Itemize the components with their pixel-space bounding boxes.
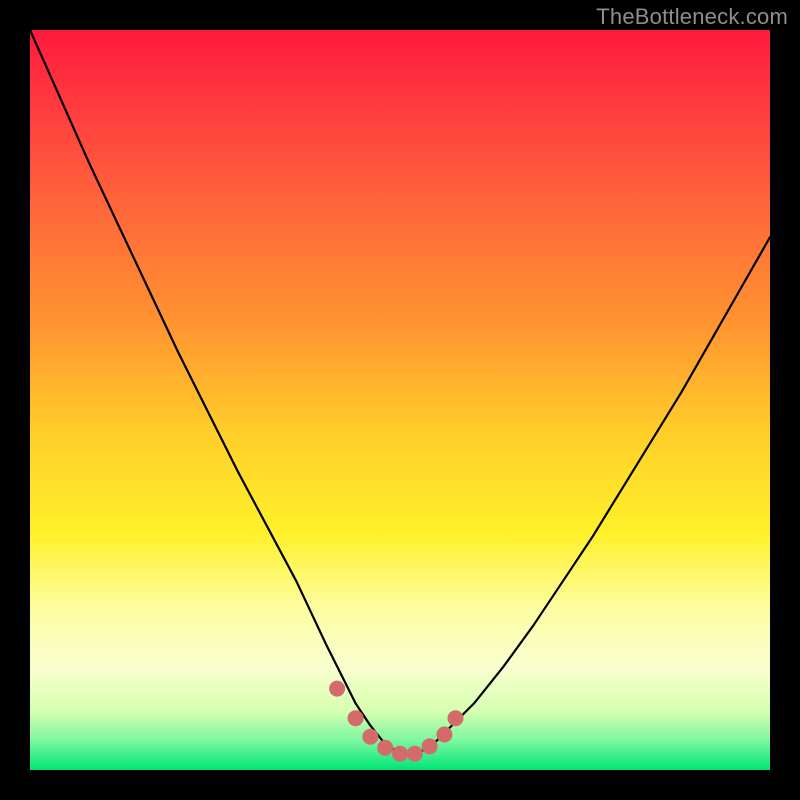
highlight-dot xyxy=(392,746,408,762)
highlight-dot xyxy=(422,738,438,754)
chart-frame: TheBottleneck.com xyxy=(0,0,800,800)
highlight-dot xyxy=(407,746,423,762)
highlight-dot xyxy=(348,710,364,726)
watermark-text: TheBottleneck.com xyxy=(596,4,788,30)
highlight-dot xyxy=(377,740,393,756)
highlight-dot xyxy=(436,726,452,742)
highlight-dot xyxy=(448,710,464,726)
chart-svg xyxy=(30,30,770,770)
plot-area xyxy=(30,30,770,770)
highlight-dot xyxy=(362,729,378,745)
highlight-dot xyxy=(329,681,345,697)
gradient-background xyxy=(30,30,770,770)
